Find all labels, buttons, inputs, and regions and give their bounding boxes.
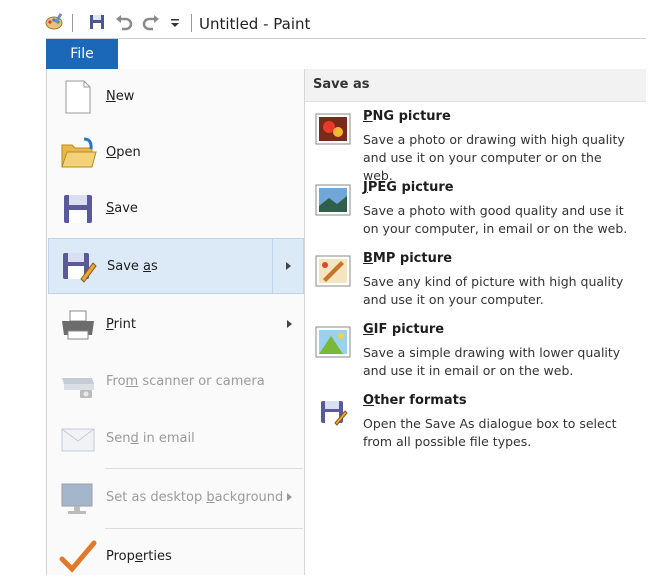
option-title: JPEG picture bbox=[363, 180, 454, 195]
menu-item-new[interactable]: New bbox=[48, 69, 304, 125]
submenu-split bbox=[272, 239, 273, 293]
file-tab[interactable]: File bbox=[46, 39, 118, 69]
redo-icon[interactable] bbox=[141, 12, 161, 32]
menu-item-label: From scanner or camera bbox=[106, 374, 265, 389]
title-bar: Untitled - Paint bbox=[0, 0, 669, 40]
save-icon[interactable] bbox=[87, 12, 107, 32]
menu-item-label: Save as bbox=[107, 259, 158, 274]
option-description: Save a photo or drawing with high qualit… bbox=[363, 132, 625, 183]
chevron-right-icon[interactable] bbox=[286, 262, 291, 270]
chevron-right-icon[interactable] bbox=[287, 320, 292, 328]
panel-title: Save as bbox=[313, 77, 370, 92]
menu-item-print[interactable]: Print bbox=[48, 297, 304, 353]
menu-item-label: Set as desktop background bbox=[106, 490, 284, 505]
undo-icon[interactable] bbox=[114, 12, 134, 32]
menu-item-label: Send in email bbox=[106, 431, 195, 446]
new-document-icon bbox=[65, 80, 91, 114]
menu-item-label: New bbox=[106, 89, 135, 104]
window-title: Untitled - Paint bbox=[199, 15, 311, 33]
save-disk-icon bbox=[64, 195, 92, 223]
menu-item-properties[interactable]: Properties bbox=[48, 529, 304, 585]
toolbar-separator bbox=[72, 14, 73, 32]
option-description: Save a simple drawing with lower quality… bbox=[363, 345, 621, 378]
option-title: PNG picture bbox=[363, 109, 451, 124]
paint-app-icon[interactable] bbox=[45, 12, 65, 32]
menu-item-save-as[interactable]: Save as bbox=[48, 238, 304, 294]
checkmark-icon bbox=[59, 540, 97, 573]
printer-icon bbox=[62, 310, 94, 340]
menu-item-label: Save bbox=[106, 201, 138, 216]
save-option-gif[interactable]: GIF picture Save a simple drawing with l… bbox=[305, 320, 646, 390]
ribbon-border bbox=[46, 38, 646, 39]
desktop-icon bbox=[61, 483, 93, 514]
option-title: GIF picture bbox=[363, 322, 445, 337]
menu-item-label: Print bbox=[106, 317, 136, 332]
png-picture-icon bbox=[315, 113, 351, 145]
option-title: BMP picture bbox=[363, 251, 453, 266]
save-option-bmp[interactable]: BMP picture Save any kind of picture wit… bbox=[305, 249, 646, 319]
save-as-icon bbox=[63, 253, 97, 283]
file-menu: New Open Save Save as Print From scanner… bbox=[46, 69, 305, 575]
menu-item-scanner: From scanner or camera bbox=[48, 354, 304, 410]
menu-item-desktop-background: Set as desktop background bbox=[48, 470, 304, 526]
option-title: Other formats bbox=[363, 393, 467, 408]
menu-item-send-email: Send in email bbox=[48, 411, 304, 467]
menu-item-label: Open bbox=[106, 145, 141, 160]
option-description: Save any kind of picture with high quali… bbox=[363, 274, 624, 307]
save-option-png[interactable]: PNG picture Save a photo or drawing with… bbox=[305, 107, 646, 183]
jpeg-picture-icon bbox=[315, 184, 351, 216]
customize-dropdown-icon[interactable] bbox=[166, 12, 186, 32]
scanner-icon bbox=[62, 378, 94, 398]
email-icon bbox=[61, 428, 95, 452]
menu-item-save[interactable]: Save bbox=[48, 181, 304, 237]
toolbar-separator bbox=[191, 14, 192, 32]
save-option-jpeg[interactable]: JPEG picture Save a photo with good qual… bbox=[305, 178, 646, 248]
other-formats-icon bbox=[321, 401, 348, 426]
option-description: Open the Save As dialogue box to select … bbox=[363, 416, 617, 449]
panel-header: Save as bbox=[305, 69, 646, 102]
chevron-right-icon bbox=[287, 493, 292, 501]
menu-separator bbox=[105, 468, 303, 469]
menu-item-label: Properties bbox=[106, 549, 172, 564]
menu-item-open[interactable]: Open bbox=[48, 125, 304, 181]
save-as-panel: Save as PNG picture Save a photo or draw… bbox=[305, 69, 646, 575]
open-folder-icon bbox=[61, 137, 97, 168]
bmp-picture-icon bbox=[315, 255, 351, 287]
save-option-other-formats[interactable]: Other formats Open the Save As dialogue … bbox=[305, 391, 646, 461]
option-description: Save a photo with good quality and use i… bbox=[363, 203, 628, 236]
gif-picture-icon bbox=[315, 326, 351, 358]
